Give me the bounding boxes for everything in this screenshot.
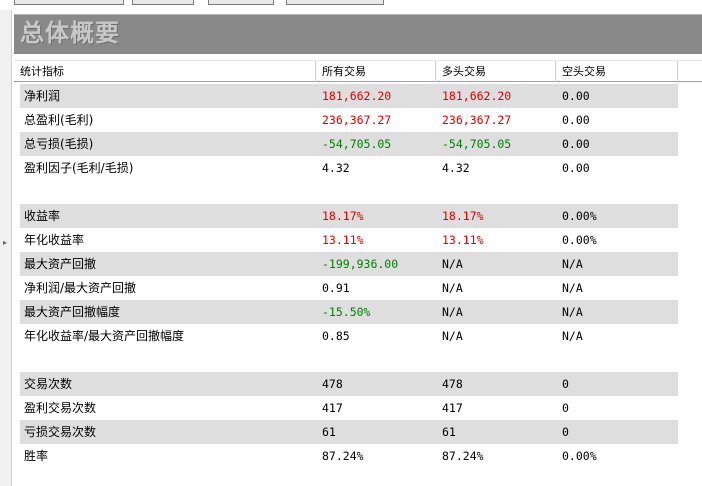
column-header-long-trades[interactable]: 多头交易 (436, 61, 556, 82)
short-trades-value: N/A (562, 305, 583, 319)
metric-label: 最大资产回撤 (24, 257, 97, 271)
table-row[interactable]: 最大资产回撤幅度 -15.50% N/A N/A (20, 300, 678, 324)
long-trades-value: 478 (442, 377, 463, 391)
long-trades-value: 61 (442, 425, 456, 439)
table-row[interactable]: 净利润 181,662.20 181,662.20 0.00 (20, 84, 678, 108)
short-trades-value: 0 (562, 425, 569, 439)
table-row[interactable]: 年化收益率/最大资产回撤幅度 0.85 N/A N/A (20, 324, 678, 348)
table-row[interactable]: 最大资产回撤 -199,936.00 N/A N/A (20, 252, 678, 276)
all-trades-value: 181,662.20 (322, 89, 392, 103)
all-trades-value: 0.85 (322, 329, 350, 343)
all-trades-value: 4.32 (322, 161, 350, 175)
all-trades-value: 61 (322, 425, 336, 439)
metric-label: 净利润/最大资产回撤 (24, 281, 137, 295)
short-trades-value: N/A (562, 257, 583, 271)
table-row[interactable]: 亏损交易次数 61 61 0 (20, 420, 678, 444)
metric-label: 年化收益率/最大资产回撤幅度 (24, 329, 185, 343)
all-trades-value: 417 (322, 401, 343, 415)
long-trades-value: 4.32 (442, 161, 470, 175)
long-trades-value: N/A (442, 329, 463, 343)
all-trades-value: 478 (322, 377, 343, 391)
table-row[interactable]: 交易次数 478 478 0 (20, 372, 678, 396)
column-header-metric[interactable]: 统计指标 (14, 61, 316, 82)
toolbar-tab-3[interactable] (208, 0, 274, 5)
all-trades-value: -54,705.05 (322, 137, 392, 151)
short-trades-value: 0 (562, 377, 569, 391)
metric-label: 净利润 (24, 89, 61, 103)
metric-label: 总盈利(毛利) (24, 113, 94, 127)
long-trades-value: 18.17% (442, 209, 484, 223)
metric-label: 收益率 (24, 209, 61, 223)
long-trades-value: 417 (442, 401, 463, 415)
long-trades-value: 13.11% (442, 233, 484, 247)
all-trades-value: 0.91 (322, 281, 350, 295)
all-trades-value: -15.50% (322, 305, 371, 319)
short-trades-value: N/A (562, 329, 583, 343)
table-row[interactable]: 胜率 87.24% 87.24% 0.00% (20, 444, 678, 468)
short-trades-value: 0.00% (562, 209, 597, 223)
short-trades-value: 0.00% (562, 233, 597, 247)
all-trades-value: 13.11% (322, 233, 364, 247)
long-trades-value: 236,367.27 (442, 113, 512, 127)
short-trades-value: 0.00 (562, 137, 590, 151)
table-row[interactable]: 盈利交易次数 417 417 0 (20, 396, 678, 420)
all-trades-value: -199,936.00 (322, 257, 399, 271)
long-trades-value: N/A (442, 257, 463, 271)
short-trades-value: 0.00 (562, 113, 590, 127)
left-splitter[interactable]: ▸ (0, 10, 12, 486)
short-trades-value: 0 (562, 401, 569, 415)
top-toolbar-strip (0, 0, 702, 10)
metric-label: 最大资产回撤幅度 (24, 305, 121, 319)
column-header-short-trades[interactable]: 空头交易 (556, 61, 678, 82)
long-trades-value: N/A (442, 281, 463, 295)
toolbar-tab-2[interactable] (132, 0, 194, 5)
table-row[interactable]: 收益率 18.17% 18.17% 0.00% (20, 204, 678, 228)
table-row[interactable]: 年化收益率 13.11% 13.11% 0.00% (20, 228, 678, 252)
all-trades-value: 236,367.27 (322, 113, 392, 127)
short-trades-value: N/A (562, 281, 583, 295)
table-row[interactable]: 总盈利(毛利) 236,367.27 236,367.27 0.00 (20, 108, 678, 132)
short-trades-value: 0.00 (562, 161, 590, 175)
table-row[interactable]: 总亏损(毛损) -54,705.05 -54,705.05 0.00 (20, 132, 678, 156)
metric-label: 亏损交易次数 (24, 425, 97, 439)
all-trades-value: 87.24% (322, 449, 364, 463)
summary-header: 总体概要 (14, 14, 702, 54)
page-title: 总体概要 (20, 19, 120, 47)
metric-label: 盈利交易次数 (24, 401, 97, 415)
metric-label: 盈利因子(毛利/毛损) (24, 161, 134, 175)
metric-label: 总亏损(毛损) (24, 137, 94, 151)
metric-label: 年化收益率 (24, 233, 85, 247)
long-trades-value: 87.24% (442, 449, 484, 463)
table-row[interactable]: 净利润/最大资产回撤 0.91 N/A N/A (20, 276, 678, 300)
summary-table: 净利润 181,662.20 181,662.20 0.00 总盈利(毛利) 236,36… (20, 84, 678, 468)
all-trades-value: 18.17% (322, 209, 364, 223)
short-trades-value: 0.00% (562, 449, 597, 463)
splitter-grip-icon: ▸ (2, 238, 7, 247)
table-header: 统计指标 所有交易 多头交易 空头交易 (14, 60, 702, 82)
metric-label: 交易次数 (24, 377, 73, 391)
toolbar-tab-1[interactable] (14, 0, 124, 5)
table-row[interactable]: 盈利因子(毛利/毛损) 4.32 4.32 0.00 (20, 156, 678, 180)
long-trades-value: N/A (442, 305, 463, 319)
column-header-all-trades[interactable]: 所有交易 (316, 61, 436, 82)
long-trades-value: 181,662.20 (442, 89, 512, 103)
short-trades-value: 0.00 (562, 89, 590, 103)
long-trades-value: -54,705.05 (442, 137, 512, 151)
metric-label: 胜率 (24, 449, 49, 463)
toolbar-tab-4[interactable] (286, 0, 384, 5)
